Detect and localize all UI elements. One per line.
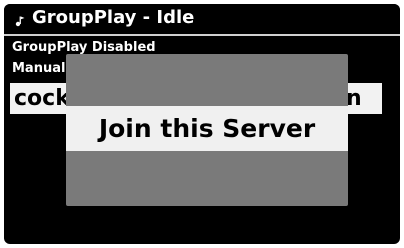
page-title: GroupPlay - Idle <box>32 7 195 28</box>
manual-item[interactable]: Manual <box>12 61 65 77</box>
join-server-button[interactable]: Join this Server <box>66 106 348 151</box>
device-screen: GroupPlay - Idle GroupPlay Disabled Manu… <box>4 4 400 244</box>
selected-server-label: cock <box>14 86 70 111</box>
title-bar: GroupPlay - Idle <box>4 4 400 32</box>
server-options-dialog: Join this Server <box>66 54 348 206</box>
selected-server-label-end: n <box>346 86 362 111</box>
music-note-icon <box>14 12 26 27</box>
header-divider <box>4 34 400 36</box>
